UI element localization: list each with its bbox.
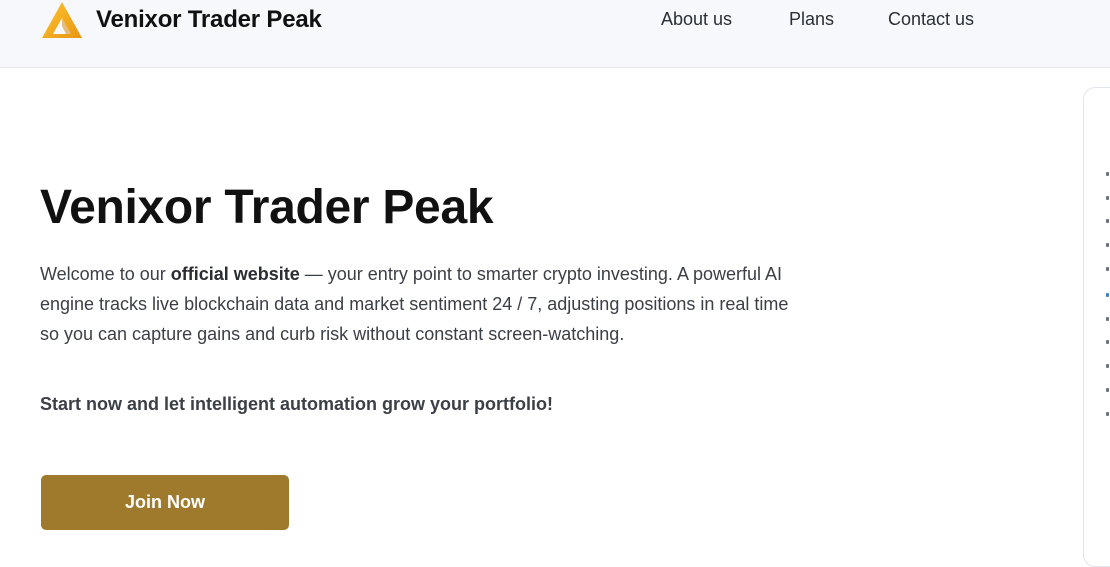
panel-text-fragment [1106,243,1109,247]
panel-text-fragment [1106,340,1109,344]
panel-text-fragment [1106,267,1109,271]
panel-text-fragment [1106,388,1109,392]
join-now-button[interactable]: Join Now [41,475,289,530]
hero-intro-bold: official website [170,264,300,284]
panel-text-fragment [1106,196,1109,200]
nav-plans[interactable]: Plans [789,9,834,30]
hero-description: Welcome to our official website — your e… [40,259,800,349]
panel-text-fragment [1106,412,1109,416]
panel-text-fragment [1106,317,1109,321]
nav-about-us[interactable]: About us [661,9,732,30]
brand-name: Venixor Trader Peak [96,6,322,33]
brand-link[interactable]: Venixor Trader Peak [40,0,322,40]
triangle-logo-icon [42,2,82,38]
hero-cta-text: Start now and let intelligent automation… [40,394,553,414]
panel-text-fragment [1106,364,1109,368]
panel-text-fragment [1106,293,1109,297]
side-form-panel [1083,87,1110,567]
site-header: Venixor Trader Peak About us Plans Conta… [0,0,1110,68]
panel-text-fragment [1106,219,1109,223]
panel-text-fragment [1106,172,1109,176]
hero-title: Venixor Trader Peak [40,181,494,234]
nav-contact-us[interactable]: Contact us [888,9,974,30]
hero-intro-before: Welcome to our [40,264,171,284]
